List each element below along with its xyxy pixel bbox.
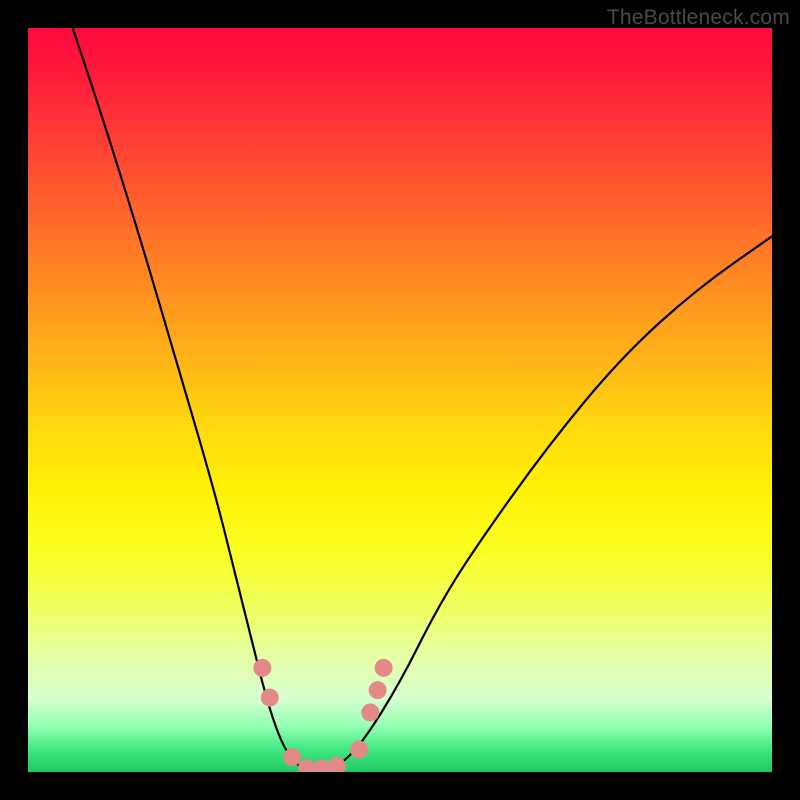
bottleneck-curve <box>73 28 772 772</box>
marker-point <box>375 659 393 677</box>
marker-point <box>283 748 301 766</box>
marker-point <box>369 681 387 699</box>
marker-point <box>350 741 368 759</box>
plot-area <box>28 28 772 772</box>
outer-frame: TheBottleneck.com <box>0 0 800 800</box>
marker-point <box>361 703 379 721</box>
marker-point <box>328 757 346 772</box>
chart-svg <box>28 28 772 772</box>
highlighted-points <box>253 659 392 772</box>
watermark-text: TheBottleneck.com <box>607 6 790 30</box>
marker-point <box>253 659 271 677</box>
marker-point <box>261 689 279 707</box>
